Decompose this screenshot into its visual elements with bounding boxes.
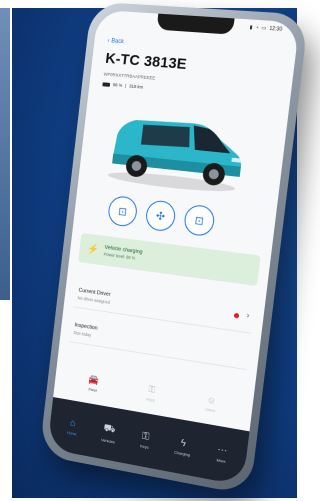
range-value: 318 km <box>128 83 144 90</box>
unlock-button[interactable]: ⊡ <box>106 194 139 228</box>
nav-label: Keys <box>139 443 149 450</box>
vin-number: WF0RXXTTRBAAPREEEE <box>103 71 156 81</box>
home-icon: ⌂ <box>69 417 77 430</box>
battery-percent: 98 % <box>112 82 123 88</box>
tab-keys[interactable]: ⚿ Keys <box>146 384 157 403</box>
back-label: Back <box>110 38 125 46</box>
tab-fleet[interactable]: 🚘 Fleet <box>87 374 99 393</box>
fan-icon: ✣ <box>155 209 166 223</box>
signal-icon: ▮ <box>249 24 253 31</box>
background-panel <box>0 8 10 300</box>
tab-label: Users <box>204 406 216 414</box>
vehicle-image <box>107 116 246 195</box>
key-icon: ⚿ <box>141 430 150 443</box>
lock-icon: ⊡ <box>194 214 205 228</box>
alert-dot <box>233 312 240 319</box>
charging-icon: ϟ <box>180 437 187 450</box>
status-time: 12:30 <box>268 25 283 33</box>
climate-button[interactable]: ✣ <box>144 199 177 233</box>
nav-label: Charging <box>173 449 191 458</box>
tab-label: Keys <box>146 396 156 403</box>
vehicle-meta: 98 % | 318 km <box>102 81 144 90</box>
license-plate-title: K-TC 3813E <box>104 49 188 74</box>
nav-keys[interactable]: ⚿ Keys <box>140 431 151 450</box>
wifi-icon: ◔ <box>255 24 259 32</box>
tab-users[interactable]: ☺ Users <box>204 394 217 414</box>
nav-home[interactable]: ⌂ Home <box>66 417 79 437</box>
nav-vehicles[interactable]: ⛟ Vehicles <box>101 423 117 445</box>
nav-more[interactable]: ⋯ More <box>216 444 228 464</box>
battery-level-icon <box>102 81 111 87</box>
vehicle-icon: ⛟ <box>102 422 116 436</box>
lock-button[interactable]: ⊡ <box>182 203 216 238</box>
car-icon: 🚘 <box>88 373 100 386</box>
charging-status-card[interactable]: ⚡ Vehicle charging Power level: 98 % <box>78 232 261 287</box>
chevron-left-icon: ‹ <box>107 38 110 45</box>
user-icon: ☺ <box>206 394 217 407</box>
chevron-right-icon: › <box>246 310 250 321</box>
charging-plug-icon: ⚡ <box>86 243 100 256</box>
nav-charging[interactable]: ϟ Charging <box>174 437 192 458</box>
meta-divider: | <box>124 83 127 89</box>
tab-label: Fleet <box>88 386 98 393</box>
more-icon: ⋯ <box>216 444 228 458</box>
nav-label: Vehicles <box>100 437 116 445</box>
phone-notch <box>156 13 235 35</box>
vehicle-action-buttons: ⊡ ✣ ⊡ <box>106 194 216 238</box>
status-bar: ▮ ◔ ▭ 12:30 <box>249 25 282 33</box>
nav-label: More <box>216 457 226 464</box>
row-subtitle: Due today <box>73 330 92 338</box>
battery-icon: ▭ <box>261 25 267 32</box>
key-icon: ⚿ <box>148 383 156 395</box>
nav-label: Home <box>66 429 77 437</box>
back-button[interactable]: ‹ Back <box>107 38 124 45</box>
unlock-icon: ⊡ <box>117 205 128 219</box>
